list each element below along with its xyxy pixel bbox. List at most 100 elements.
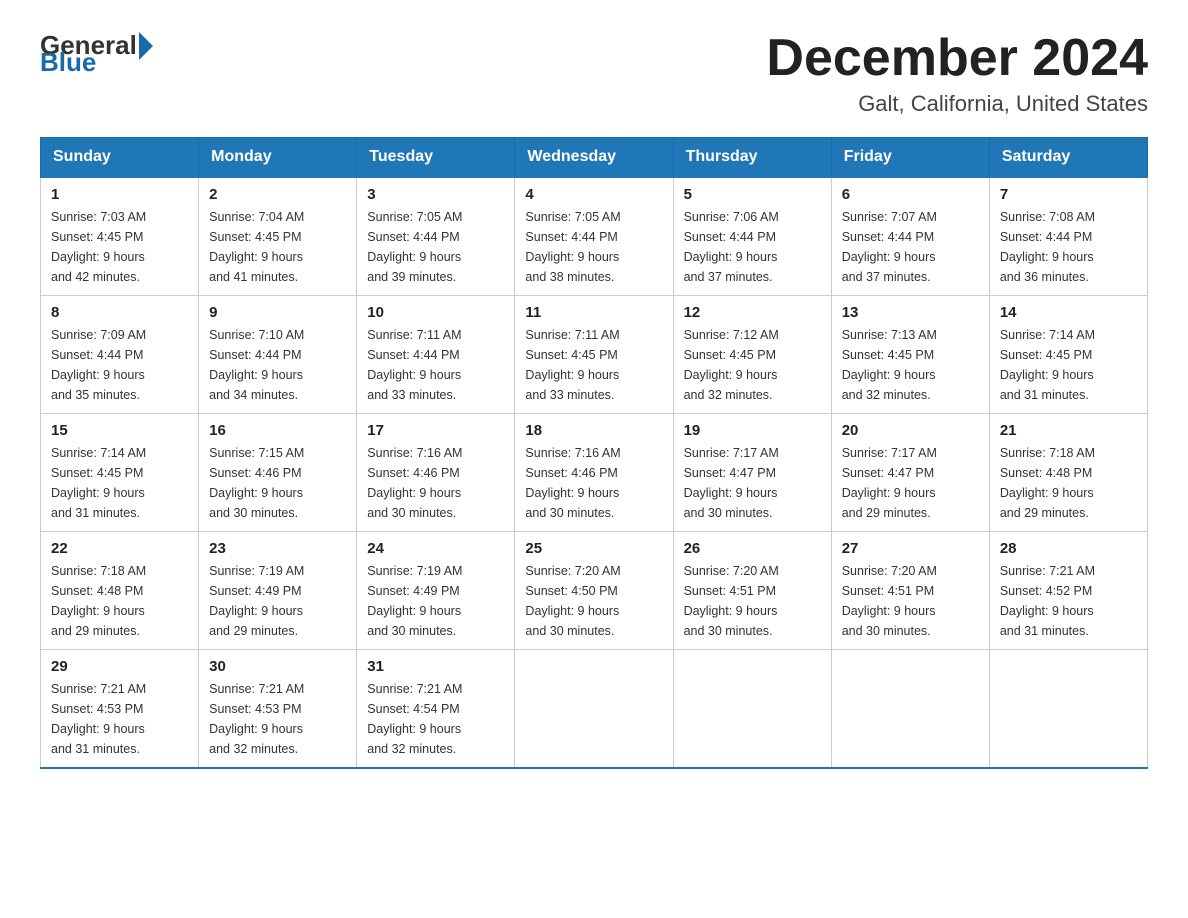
days-header-row: SundayMondayTuesdayWednesdayThursdayFrid… (41, 138, 1148, 178)
calendar-cell: 19 Sunrise: 7:17 AM Sunset: 4:47 PM Dayl… (673, 414, 831, 532)
day-info: Sunrise: 7:20 AM Sunset: 4:51 PM Dayligh… (842, 561, 979, 641)
header-tuesday: Tuesday (357, 138, 515, 178)
calendar-cell: 2 Sunrise: 7:04 AM Sunset: 4:45 PM Dayli… (199, 177, 357, 296)
calendar-cell (989, 650, 1147, 769)
location-text: Galt, California, United States (766, 91, 1148, 117)
day-number: 14 (1000, 304, 1137, 321)
day-info: Sunrise: 7:05 AM Sunset: 4:44 PM Dayligh… (367, 207, 504, 287)
day-number: 4 (525, 186, 662, 203)
week-row-4: 22 Sunrise: 7:18 AM Sunset: 4:48 PM Dayl… (41, 532, 1148, 650)
day-number: 13 (842, 304, 979, 321)
day-number: 10 (367, 304, 504, 321)
calendar-cell: 15 Sunrise: 7:14 AM Sunset: 4:45 PM Dayl… (41, 414, 199, 532)
day-info: Sunrise: 7:06 AM Sunset: 4:44 PM Dayligh… (684, 207, 821, 287)
calendar-cell (831, 650, 989, 769)
day-info: Sunrise: 7:18 AM Sunset: 4:48 PM Dayligh… (1000, 443, 1137, 523)
calendar-cell: 1 Sunrise: 7:03 AM Sunset: 4:45 PM Dayli… (41, 177, 199, 296)
day-number: 26 (684, 540, 821, 557)
calendar-cell: 30 Sunrise: 7:21 AM Sunset: 4:53 PM Dayl… (199, 650, 357, 769)
day-info: Sunrise: 7:05 AM Sunset: 4:44 PM Dayligh… (525, 207, 662, 287)
calendar-cell: 6 Sunrise: 7:07 AM Sunset: 4:44 PM Dayli… (831, 177, 989, 296)
calendar-cell (515, 650, 673, 769)
calendar-cell: 22 Sunrise: 7:18 AM Sunset: 4:48 PM Dayl… (41, 532, 199, 650)
calendar-cell: 27 Sunrise: 7:20 AM Sunset: 4:51 PM Dayl… (831, 532, 989, 650)
day-number: 25 (525, 540, 662, 557)
calendar-cell: 17 Sunrise: 7:16 AM Sunset: 4:46 PM Dayl… (357, 414, 515, 532)
day-number: 16 (209, 422, 346, 439)
header-wednesday: Wednesday (515, 138, 673, 178)
day-info: Sunrise: 7:14 AM Sunset: 4:45 PM Dayligh… (51, 443, 188, 523)
calendar-cell: 4 Sunrise: 7:05 AM Sunset: 4:44 PM Dayli… (515, 177, 673, 296)
calendar-cell: 18 Sunrise: 7:16 AM Sunset: 4:46 PM Dayl… (515, 414, 673, 532)
day-number: 9 (209, 304, 346, 321)
day-info: Sunrise: 7:04 AM Sunset: 4:45 PM Dayligh… (209, 207, 346, 287)
day-number: 20 (842, 422, 979, 439)
day-number: 17 (367, 422, 504, 439)
month-title: December 2024 (766, 30, 1148, 87)
header-thursday: Thursday (673, 138, 831, 178)
day-info: Sunrise: 7:18 AM Sunset: 4:48 PM Dayligh… (51, 561, 188, 641)
day-info: Sunrise: 7:12 AM Sunset: 4:45 PM Dayligh… (684, 325, 821, 405)
day-info: Sunrise: 7:20 AM Sunset: 4:50 PM Dayligh… (525, 561, 662, 641)
calendar-cell: 14 Sunrise: 7:14 AM Sunset: 4:45 PM Dayl… (989, 296, 1147, 414)
calendar-cell: 29 Sunrise: 7:21 AM Sunset: 4:53 PM Dayl… (41, 650, 199, 769)
day-number: 1 (51, 186, 188, 203)
logo: General Blue (40, 30, 153, 78)
header-saturday: Saturday (989, 138, 1147, 178)
logo-blue-text: Blue (40, 47, 96, 78)
day-info: Sunrise: 7:19 AM Sunset: 4:49 PM Dayligh… (209, 561, 346, 641)
header-sunday: Sunday (41, 138, 199, 178)
logo-triangle-icon (139, 32, 153, 60)
week-row-5: 29 Sunrise: 7:21 AM Sunset: 4:53 PM Dayl… (41, 650, 1148, 769)
header-monday: Monday (199, 138, 357, 178)
day-number: 18 (525, 422, 662, 439)
day-info: Sunrise: 7:08 AM Sunset: 4:44 PM Dayligh… (1000, 207, 1137, 287)
day-number: 3 (367, 186, 504, 203)
day-info: Sunrise: 7:17 AM Sunset: 4:47 PM Dayligh… (684, 443, 821, 523)
calendar-cell: 5 Sunrise: 7:06 AM Sunset: 4:44 PM Dayli… (673, 177, 831, 296)
day-info: Sunrise: 7:09 AM Sunset: 4:44 PM Dayligh… (51, 325, 188, 405)
day-number: 23 (209, 540, 346, 557)
calendar-cell: 3 Sunrise: 7:05 AM Sunset: 4:44 PM Dayli… (357, 177, 515, 296)
day-number: 21 (1000, 422, 1137, 439)
day-info: Sunrise: 7:19 AM Sunset: 4:49 PM Dayligh… (367, 561, 504, 641)
calendar-cell: 31 Sunrise: 7:21 AM Sunset: 4:54 PM Dayl… (357, 650, 515, 769)
day-info: Sunrise: 7:07 AM Sunset: 4:44 PM Dayligh… (842, 207, 979, 287)
day-number: 30 (209, 658, 346, 675)
day-info: Sunrise: 7:20 AM Sunset: 4:51 PM Dayligh… (684, 561, 821, 641)
calendar-cell: 20 Sunrise: 7:17 AM Sunset: 4:47 PM Dayl… (831, 414, 989, 532)
week-row-3: 15 Sunrise: 7:14 AM Sunset: 4:45 PM Dayl… (41, 414, 1148, 532)
day-number: 22 (51, 540, 188, 557)
day-number: 15 (51, 422, 188, 439)
week-row-2: 8 Sunrise: 7:09 AM Sunset: 4:44 PM Dayli… (41, 296, 1148, 414)
calendar-cell: 26 Sunrise: 7:20 AM Sunset: 4:51 PM Dayl… (673, 532, 831, 650)
calendar-cell: 21 Sunrise: 7:18 AM Sunset: 4:48 PM Dayl… (989, 414, 1147, 532)
day-info: Sunrise: 7:21 AM Sunset: 4:54 PM Dayligh… (367, 679, 504, 759)
calendar-cell: 11 Sunrise: 7:11 AM Sunset: 4:45 PM Dayl… (515, 296, 673, 414)
day-info: Sunrise: 7:11 AM Sunset: 4:44 PM Dayligh… (367, 325, 504, 405)
day-info: Sunrise: 7:21 AM Sunset: 4:53 PM Dayligh… (51, 679, 188, 759)
day-number: 6 (842, 186, 979, 203)
day-info: Sunrise: 7:17 AM Sunset: 4:47 PM Dayligh… (842, 443, 979, 523)
calendar-cell: 10 Sunrise: 7:11 AM Sunset: 4:44 PM Dayl… (357, 296, 515, 414)
day-info: Sunrise: 7:21 AM Sunset: 4:53 PM Dayligh… (209, 679, 346, 759)
calendar-cell: 12 Sunrise: 7:12 AM Sunset: 4:45 PM Dayl… (673, 296, 831, 414)
page-header: General Blue December 2024 Galt, Califor… (40, 30, 1148, 117)
day-number: 29 (51, 658, 188, 675)
day-info: Sunrise: 7:15 AM Sunset: 4:46 PM Dayligh… (209, 443, 346, 523)
day-number: 11 (525, 304, 662, 321)
day-info: Sunrise: 7:21 AM Sunset: 4:52 PM Dayligh… (1000, 561, 1137, 641)
calendar-table: SundayMondayTuesdayWednesdayThursdayFrid… (40, 137, 1148, 769)
calendar-cell: 28 Sunrise: 7:21 AM Sunset: 4:52 PM Dayl… (989, 532, 1147, 650)
week-row-1: 1 Sunrise: 7:03 AM Sunset: 4:45 PM Dayli… (41, 177, 1148, 296)
day-number: 28 (1000, 540, 1137, 557)
day-info: Sunrise: 7:03 AM Sunset: 4:45 PM Dayligh… (51, 207, 188, 287)
calendar-cell: 24 Sunrise: 7:19 AM Sunset: 4:49 PM Dayl… (357, 532, 515, 650)
day-info: Sunrise: 7:10 AM Sunset: 4:44 PM Dayligh… (209, 325, 346, 405)
day-number: 19 (684, 422, 821, 439)
day-info: Sunrise: 7:11 AM Sunset: 4:45 PM Dayligh… (525, 325, 662, 405)
calendar-cell: 13 Sunrise: 7:13 AM Sunset: 4:45 PM Dayl… (831, 296, 989, 414)
day-number: 27 (842, 540, 979, 557)
calendar-cell: 8 Sunrise: 7:09 AM Sunset: 4:44 PM Dayli… (41, 296, 199, 414)
day-number: 7 (1000, 186, 1137, 203)
